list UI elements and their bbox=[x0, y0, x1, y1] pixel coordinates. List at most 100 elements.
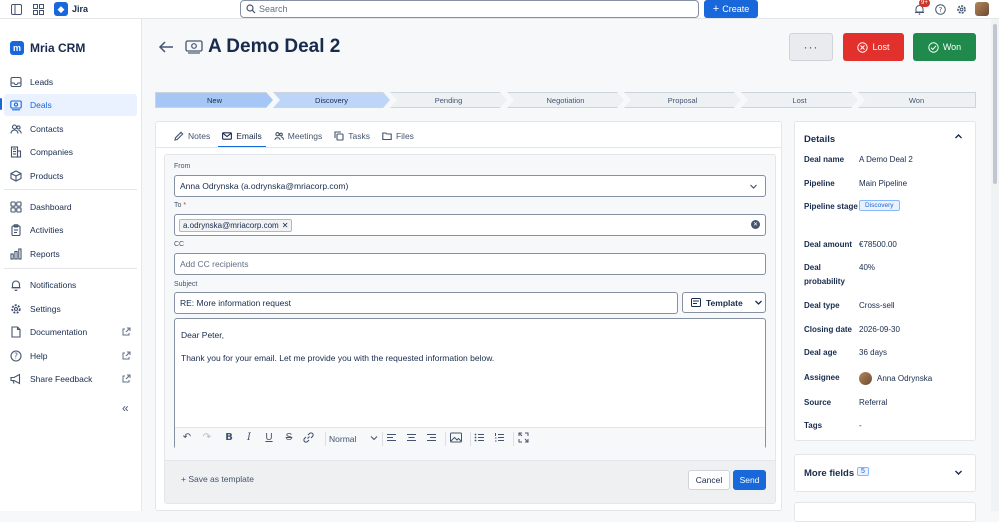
underline-icon[interactable]: U bbox=[262, 432, 276, 443]
avatar bbox=[859, 372, 872, 386]
bold-icon[interactable]: B bbox=[222, 432, 236, 443]
to-field[interactable]: a.odrynska@mriacorp.com ✕ ✕ bbox=[174, 214, 766, 236]
tab-emails[interactable]: Emails bbox=[216, 126, 268, 148]
scrollbar-thumb[interactable] bbox=[993, 24, 997, 184]
save-as-template-link[interactable]: + Save as template bbox=[181, 474, 254, 484]
sidebar-item-contacts[interactable]: Contacts bbox=[4, 118, 137, 140]
template-dropdown[interactable]: Template bbox=[682, 292, 766, 313]
sidebar-item-reports[interactable]: Reports bbox=[4, 243, 137, 265]
detail-key: Tags bbox=[804, 421, 823, 430]
tab-meetings[interactable]: Meetings bbox=[268, 126, 329, 146]
back-arrow-icon[interactable] bbox=[158, 40, 174, 54]
brand[interactable]: m Mria CRM bbox=[10, 41, 85, 55]
help-icon[interactable]: ? bbox=[934, 3, 946, 15]
from-select[interactable]: Anna Odrynska (a.odrynska@mriacorp.com) bbox=[174, 175, 766, 197]
align-right-icon[interactable] bbox=[426, 432, 440, 443]
redo-icon[interactable]: ↷ bbox=[200, 432, 214, 443]
pipeline-stage-new[interactable]: New bbox=[155, 92, 273, 108]
mark-won-button[interactable]: Won bbox=[913, 33, 976, 61]
sidebar-item-label: Help bbox=[30, 351, 48, 361]
pipeline-stage-negotiation[interactable]: Negotiation bbox=[507, 92, 624, 108]
sidebar-item-products[interactable]: Products bbox=[4, 165, 137, 187]
image-icon[interactable] bbox=[450, 432, 464, 443]
subject-input[interactable]: RE: More information request bbox=[174, 292, 678, 314]
format-select[interactable]: Normal bbox=[329, 434, 356, 444]
clear-field-icon[interactable]: ✕ bbox=[751, 220, 760, 229]
sidebar-item-label: Products bbox=[30, 171, 64, 181]
mark-lost-button[interactable]: Lost bbox=[843, 33, 904, 61]
sidebar-item-documentation[interactable]: Documentation bbox=[4, 321, 137, 343]
sidebar-item-leads[interactable]: Leads bbox=[4, 71, 137, 93]
toolbar-divider bbox=[325, 432, 326, 446]
close-circle-icon bbox=[857, 41, 869, 53]
undo-icon[interactable]: ↶ bbox=[180, 432, 194, 443]
sidebar-item-activities[interactable]: Activities bbox=[4, 219, 137, 241]
fullscreen-icon[interactable] bbox=[518, 432, 532, 443]
sidebar-item-deals[interactable]: Deals bbox=[4, 94, 137, 116]
detail-key: Pipeline bbox=[804, 179, 835, 188]
align-center-icon[interactable] bbox=[406, 432, 420, 443]
bullet-list-icon[interactable] bbox=[474, 432, 488, 443]
pipeline-stage-lost[interactable]: Lost bbox=[741, 92, 858, 108]
detail-key: Deal type bbox=[804, 301, 840, 310]
svg-text:?: ? bbox=[938, 6, 942, 14]
send-button[interactable]: Send bbox=[733, 470, 766, 490]
tab-tasks[interactable]: Tasks bbox=[328, 126, 376, 146]
won-label: Won bbox=[942, 42, 962, 52]
italic-icon[interactable]: I bbox=[242, 432, 256, 443]
collapse-sidebar-icon[interactable]: « bbox=[122, 401, 129, 415]
sidebar-item-settings[interactable]: Settings bbox=[4, 298, 137, 320]
strikethrough-icon[interactable]: S bbox=[282, 432, 296, 443]
search-icon bbox=[246, 4, 256, 14]
recipient-chip-label: a.odrynska@mriacorp.com bbox=[183, 220, 279, 230]
pipeline-stage-won[interactable]: Won bbox=[858, 92, 976, 108]
sidebar-item-label: Settings bbox=[30, 304, 61, 314]
cc-placeholder: Add CC recipients bbox=[180, 259, 249, 269]
sidebar-toggle-icon[interactable] bbox=[10, 3, 22, 15]
composer-footer bbox=[165, 460, 775, 503]
from-label: From bbox=[174, 163, 191, 170]
tab-notes[interactable]: Notes bbox=[168, 126, 216, 146]
remove-recipient-icon[interactable]: ✕ bbox=[282, 221, 289, 230]
tab-files[interactable]: Files bbox=[376, 126, 420, 146]
detail-value: Cross-sell bbox=[859, 301, 895, 310]
chevron-down-icon[interactable] bbox=[370, 434, 378, 442]
top-bar: ◆ Jira Search + Create 9+ ? bbox=[0, 0, 999, 19]
sidebar-item-companies[interactable]: Companies bbox=[4, 141, 137, 163]
pipeline-stage-discovery[interactable]: Discovery bbox=[273, 92, 390, 108]
search-input[interactable]: Search bbox=[240, 0, 699, 18]
detail-value: Anna Odrynska bbox=[859, 372, 932, 386]
detail-key: Deal amount bbox=[804, 240, 853, 249]
cancel-button[interactable]: Cancel bbox=[688, 470, 730, 490]
sidebar-item-label: Leads bbox=[30, 77, 54, 87]
sidebar-item-help[interactable]: ? Help bbox=[4, 345, 137, 367]
pipeline-stage-pending[interactable]: Pending bbox=[390, 92, 507, 108]
sidebar-item-notifications[interactable]: Notifications bbox=[4, 274, 137, 296]
user-avatar[interactable] bbox=[975, 2, 989, 16]
chevron-down-icon[interactable] bbox=[954, 468, 963, 477]
app-name[interactable]: Jira bbox=[72, 4, 88, 14]
more-fields-panel[interactable]: More fields 5 bbox=[794, 454, 976, 492]
more-actions-button[interactable]: ··· bbox=[789, 33, 833, 61]
sidebar-item-label: Contacts bbox=[30, 124, 64, 134]
create-label: Create bbox=[722, 4, 750, 14]
jira-logo-icon[interactable]: ◆ bbox=[54, 2, 68, 16]
create-button[interactable]: + Create bbox=[704, 0, 758, 18]
sidebar-item-share-feedback[interactable]: Share Feedback bbox=[4, 368, 137, 390]
gear-icon bbox=[10, 303, 22, 315]
align-left-icon[interactable] bbox=[386, 432, 400, 443]
chevron-up-icon[interactable] bbox=[954, 132, 963, 141]
numbered-list-icon[interactable] bbox=[494, 432, 508, 443]
active-indicator bbox=[0, 98, 2, 110]
cc-input[interactable]: Add CC recipients bbox=[174, 253, 766, 275]
gear-icon[interactable] bbox=[955, 3, 967, 15]
app-switcher-icon[interactable] bbox=[32, 3, 44, 15]
sidebar-divider bbox=[4, 189, 137, 190]
link-icon[interactable] bbox=[303, 432, 317, 443]
email-body-editor[interactable]: Dear Peter, Thank you for your email. Le… bbox=[174, 318, 766, 449]
required-marker: * bbox=[183, 202, 187, 209]
details-title: Details bbox=[804, 134, 836, 145]
subject-value: RE: More information request bbox=[180, 298, 292, 308]
sidebar-item-dashboard[interactable]: Dashboard bbox=[4, 196, 137, 218]
pipeline-stage-proposal[interactable]: Proposal bbox=[624, 92, 741, 108]
